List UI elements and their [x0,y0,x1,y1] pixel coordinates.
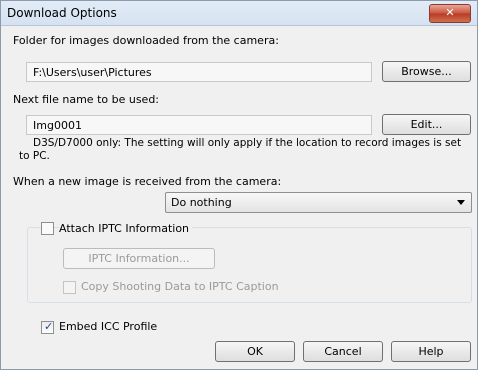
attach-iptc-label: Attach IPTC Information [59,222,193,235]
copy-shooting-data-label: Copy Shooting Data to IPTC Caption [81,280,279,293]
title-bar: Download Options ✕ [1,1,477,26]
next-file-value: Img0001 [33,119,82,132]
edit-button[interactable]: Edit... [382,114,471,135]
dialog-title: Download Options [7,6,117,20]
new-image-label: When a new image is received from the ca… [13,175,282,188]
folder-path-field: F:\Users\user\Pictures [26,62,372,82]
next-file-field: Img0001 [26,115,372,135]
next-file-label: Next file name to be used: [13,93,160,106]
embed-icc-label: Embed ICC Profile [59,320,158,333]
folder-label: Folder for images downloaded from the ca… [13,34,279,47]
folder-path-value: F:\Users\user\Pictures [33,66,152,79]
cancel-button[interactable]: Cancel [303,341,383,362]
close-button[interactable]: ✕ [429,4,471,23]
note-line-2: to PC. [19,150,50,162]
embed-icc-checkbox[interactable]: ✓ [41,320,54,334]
new-image-action-select[interactable]: Do nothing [165,192,472,213]
chevron-down-icon [457,200,465,205]
attach-iptc-checkbox[interactable] [41,222,54,235]
copy-shooting-data-checkbox[interactable] [63,281,76,294]
ok-button[interactable]: OK [215,341,295,362]
download-options-dialog: Download Options ✕ Folder for images dow… [0,0,478,370]
help-button[interactable]: Help [391,341,471,362]
close-icon: ✕ [445,6,455,19]
new-image-action-value: Do nothing [171,196,232,209]
iptc-information-button[interactable]: IPTC Information... [63,248,215,269]
checkmark-icon: ✓ [44,320,54,333]
browse-button[interactable]: Browse... [382,61,471,82]
note-line-1: D3S/D7000 only: The setting will only ap… [33,137,462,149]
